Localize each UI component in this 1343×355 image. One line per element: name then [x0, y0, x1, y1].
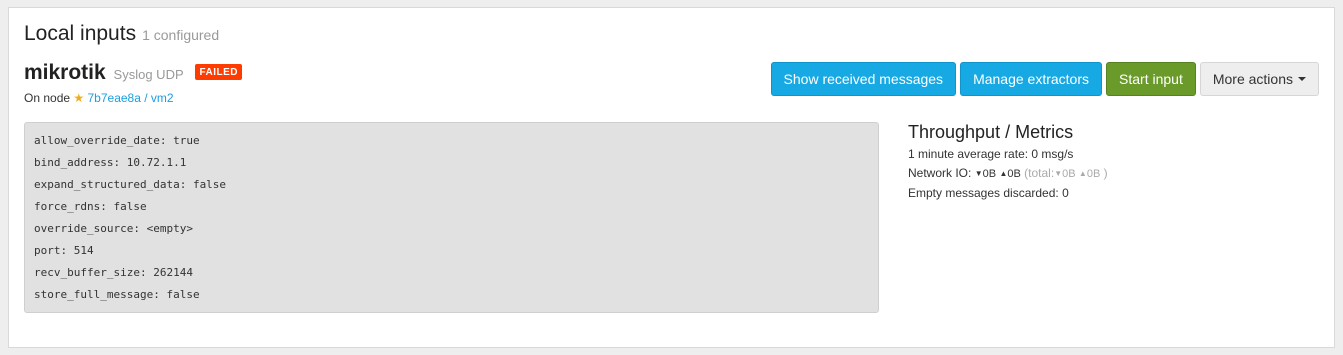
- caret-down-icon: [1298, 77, 1306, 81]
- input-name: mikrotik: [24, 61, 106, 84]
- status-badge: FAILED: [195, 64, 243, 80]
- configured-count: 1 configured: [142, 27, 220, 43]
- network-io: Network IO: ▼0B ▲0B (total:▼0B ▲0B ): [908, 164, 1308, 184]
- throughput-metrics: Throughput / Metrics 1 minute average ra…: [908, 122, 1308, 203]
- network-io-label: Network IO:: [908, 166, 972, 180]
- section-title: Local inputs 1 configured: [24, 22, 219, 46]
- arrow-down-icon: ▼: [974, 169, 983, 178]
- more-actions-label: More actions: [1212, 71, 1293, 87]
- start-input-button[interactable]: Start input: [1106, 62, 1196, 96]
- empty-messages-discarded: Empty messages discarded: 0: [908, 186, 1069, 200]
- total-out: 0B: [1086, 168, 1101, 180]
- node-info: On node ★ 7b7eae8a / vm2: [24, 91, 174, 105]
- local-inputs-panel: Local inputs 1 configured mikrotik Syslog…: [8, 7, 1335, 348]
- config-line: force_rdns: false: [34, 200, 147, 213]
- node-link[interactable]: 7b7eae8a / vm2: [88, 91, 174, 105]
- network-io-total: (total:▼0B ▲0B ): [1024, 166, 1107, 180]
- config-line: store_full_message: false: [34, 288, 200, 301]
- node-label: On node: [24, 91, 71, 105]
- average-rate: 1 minute average rate: 0 msg/s: [908, 147, 1074, 161]
- input-type: Syslog UDP: [113, 67, 184, 82]
- section-title-text: Local inputs: [24, 22, 137, 45]
- show-received-messages-button[interactable]: Show received messages: [770, 62, 957, 96]
- total-in: 0B: [1062, 168, 1076, 180]
- network-io-out: 0B: [1007, 168, 1021, 180]
- config-line: override_source: <empty>: [34, 222, 193, 235]
- network-io-in: 0B: [982, 168, 997, 180]
- total-close: ): [1103, 166, 1108, 180]
- config-line: allow_override_date: true: [34, 134, 200, 147]
- config-line: bind_address: 10.72.1.1: [34, 156, 187, 169]
- input-header: mikrotik Syslog UDP FAILED: [24, 61, 243, 85]
- arrow-down-icon: ▼: [1054, 169, 1063, 178]
- star-icon: ★: [73, 91, 85, 105]
- manage-extractors-button[interactable]: Manage extractors: [960, 62, 1103, 96]
- metrics-title: Throughput / Metrics: [908, 122, 1074, 142]
- total-label: (total:: [1024, 166, 1055, 180]
- input-actions: Show received messages Manage extractors…: [770, 62, 1319, 96]
- config-line: expand_structured_data: false: [34, 178, 227, 191]
- more-actions-button[interactable]: More actions: [1199, 62, 1319, 96]
- input-configuration: allow_override_date: true bind_address: …: [24, 122, 879, 313]
- config-line: recv_buffer_size: 262144: [34, 266, 193, 279]
- config-line: port: 514: [34, 244, 94, 257]
- arrow-up-icon: ▲: [1078, 169, 1087, 178]
